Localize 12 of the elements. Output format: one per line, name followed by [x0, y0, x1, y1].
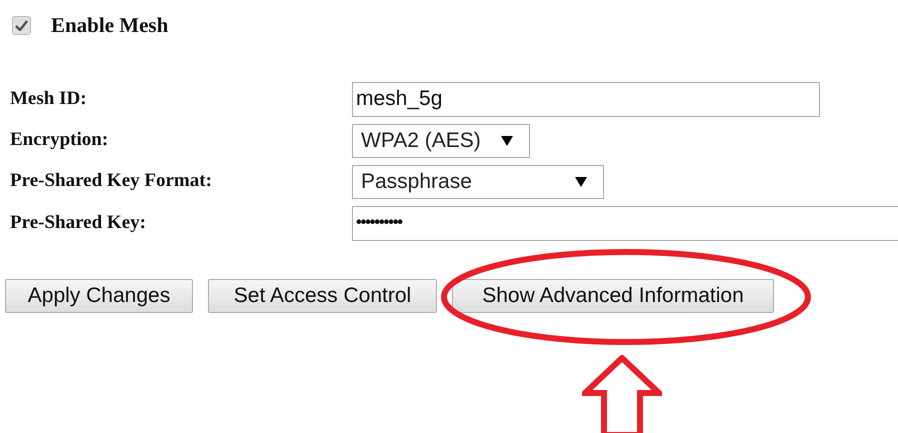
- password-field[interactable]: ••••••••••: [352, 206, 898, 240]
- field-label: Pre-Shared Key:: [10, 210, 147, 235]
- field-label: Encryption:: [10, 128, 110, 152]
- action-button[interactable]: Apply Changes: [5, 278, 193, 312]
- dropdown-field[interactable]: Passphrase: [352, 164, 604, 198]
- field-label: Mesh ID:: [10, 86, 88, 111]
- checkbox-label: Enable Mesh: [51, 12, 168, 39]
- field-label: Pre-Shared Key Format:: [10, 169, 213, 194]
- input-field[interactable]: mesh_5g: [352, 82, 820, 116]
- dropdown-field[interactable]: WPA2 (AES): [352, 124, 530, 158]
- action-button[interactable]: Show Advanced Information: [452, 278, 774, 312]
- action-button[interactable]: Set Access Control: [208, 278, 437, 312]
